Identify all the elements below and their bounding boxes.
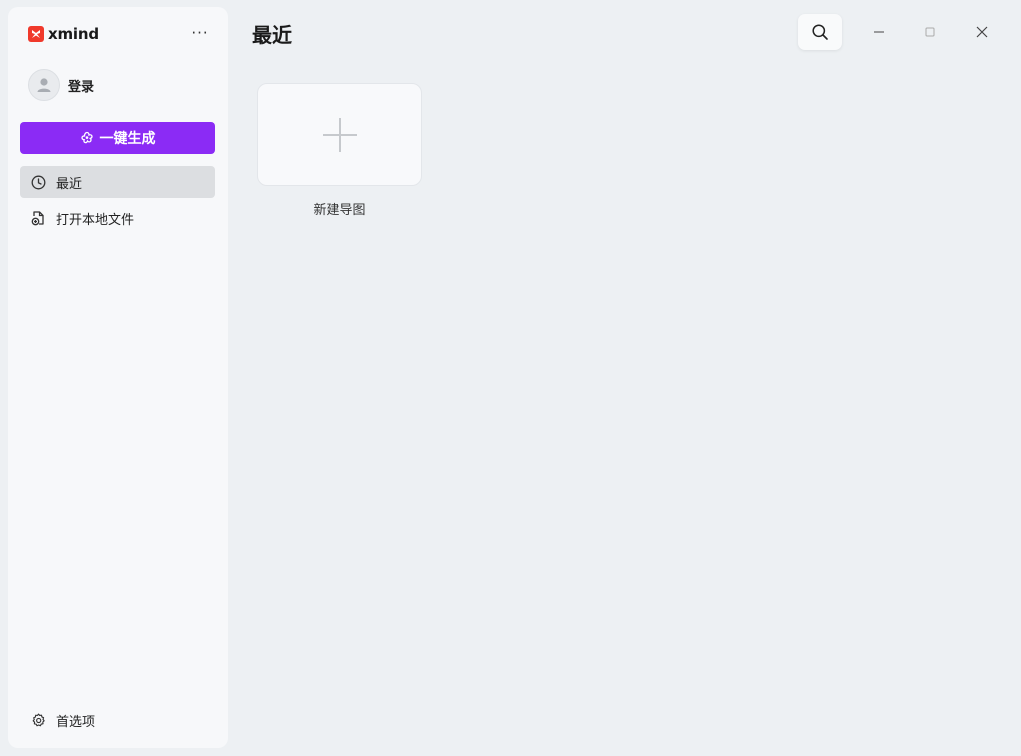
gear-icon — [32, 713, 45, 726]
window-maximize-button[interactable] — [915, 17, 945, 47]
sidebar-item-preferences[interactable]: 首选项 — [20, 704, 215, 736]
minimize-icon — [874, 31, 884, 33]
login-label: 登录 — [68, 79, 95, 95]
page-title: 最近 — [252, 23, 292, 47]
plus-icon — [322, 117, 357, 152]
window-minimize-button[interactable] — [864, 17, 894, 47]
sidebar-item-label: 打开本地文件 — [56, 212, 135, 228]
clock-icon — [31, 175, 45, 189]
sidebar-item-label: 最近 — [56, 176, 83, 192]
brand-name: xmind — [48, 25, 99, 43]
maximize-icon — [925, 27, 935, 37]
one-click-generate-button[interactable]: 一键生成 — [20, 122, 215, 154]
open-file-icon — [31, 211, 44, 226]
new-map-card[interactable] — [257, 83, 422, 186]
one-click-generate-label: 一键生成 — [99, 131, 156, 147]
sidebar: xmind ··· 登录 一键生成 最近 打开本地文件 首选项 — [8, 7, 228, 748]
user-icon — [37, 78, 51, 92]
new-map-label: 新建导图 — [313, 203, 366, 218]
search-icon — [812, 24, 828, 40]
more-options-button[interactable]: ··· — [188, 23, 212, 43]
xmind-logo-icon — [28, 26, 44, 42]
brand-logo: xmind — [28, 25, 99, 43]
avatar — [28, 69, 60, 101]
sidebar-item-recent[interactable]: 最近 — [20, 166, 215, 198]
login-button[interactable]: 登录 — [28, 69, 94, 101]
window-close-button[interactable] — [967, 17, 997, 47]
close-icon — [976, 26, 988, 38]
sidebar-item-open-local-file[interactable]: 打开本地文件 — [20, 202, 215, 234]
sidebar-item-label: 首选项 — [56, 714, 96, 730]
sparkle-flower-icon — [80, 131, 93, 144]
search-button[interactable] — [798, 14, 842, 50]
